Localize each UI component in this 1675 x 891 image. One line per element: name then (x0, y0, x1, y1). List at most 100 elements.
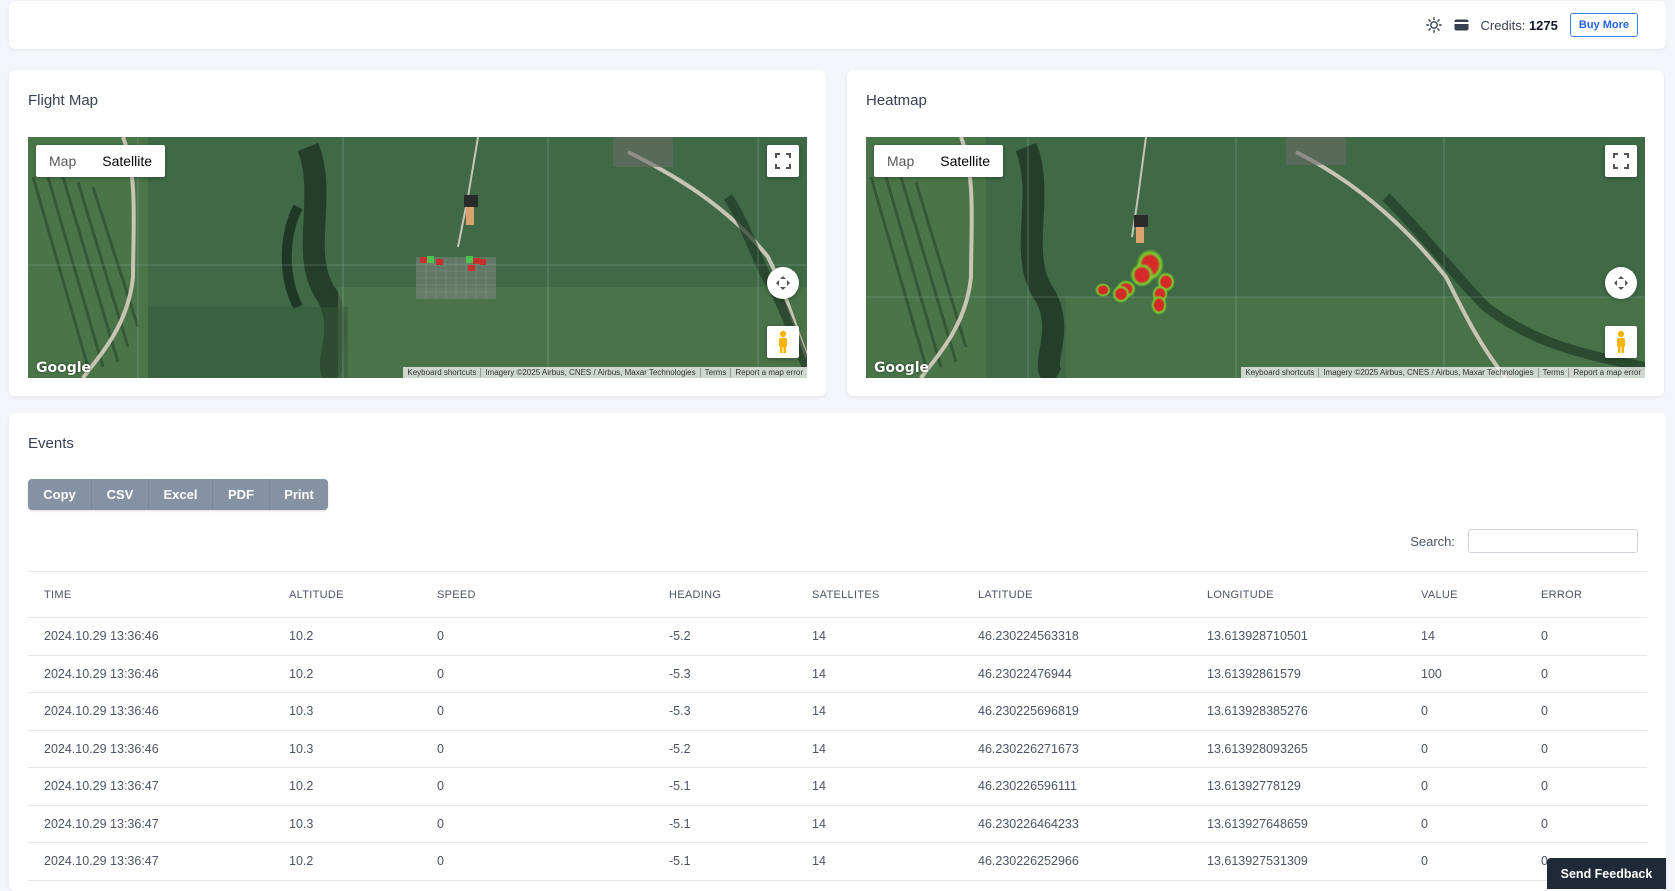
cell-satellites: 14 (796, 617, 962, 656)
events-card: Events Copy CSV Excel PDF Print Search: … (9, 413, 1666, 891)
terms-link[interactable]: Terms (1539, 368, 1570, 377)
column-header-error[interactable]: ERROR (1525, 571, 1647, 618)
send-feedback-button[interactable]: Send Feedback (1547, 858, 1666, 889)
cell-speed: 0 (421, 767, 653, 806)
copy-button[interactable]: Copy (28, 479, 92, 510)
column-header-heading[interactable]: HEADING (653, 571, 796, 618)
map-type-satellite-button[interactable]: Satellite (927, 145, 1003, 177)
cell-time: 2024.10.29 13:36:46 (28, 655, 273, 693)
table-row: 2024.10.29 13:36:46 10.3 0 -5.3 14 46.23… (28, 692, 1647, 731)
table-row: 2024.10.29 13:36:47 10.2 0 -5.1 14 46.23… (28, 842, 1647, 881)
column-header-altitude[interactable]: ALTITUDE (273, 571, 421, 618)
cell-speed: 0 (421, 692, 653, 731)
imagery-credit: Imagery ©2025 Airbus, CNES / Airbus, Max… (1319, 368, 1539, 377)
table-row: 2024.10.29 13:36:46 10.2 0 -5.2 14 46.23… (28, 617, 1647, 656)
cell-latitude: 46.23022476944 (962, 655, 1191, 693)
cell-satellites: 14 (796, 805, 962, 843)
column-header-latitude[interactable]: LATITUDE (962, 571, 1191, 618)
cell-longitude: 13.613928710501 (1191, 617, 1405, 656)
cell-latitude: 46.230226271673 (962, 730, 1191, 768)
cell-latitude: 46.230226252966 (962, 842, 1191, 881)
cell-latitude: 46.230226464233 (962, 805, 1191, 843)
cell-speed: 0 (421, 655, 653, 693)
terms-link[interactable]: Terms (701, 368, 732, 377)
buy-more-button[interactable]: Buy More (1569, 13, 1638, 37)
cell-error: 0 (1525, 692, 1647, 731)
cell-longitude: 13.613927648659 (1191, 805, 1405, 843)
heatmap-title: Heatmap (866, 92, 927, 109)
google-logo: Google (36, 360, 92, 376)
camera-control-button[interactable] (1605, 267, 1637, 299)
pdf-button[interactable]: PDF (213, 479, 270, 510)
map-attribution: Keyboard shortcuts Imagery ©2025 Airbus,… (403, 367, 807, 378)
column-header-longitude[interactable]: LONGITUDE (1191, 571, 1405, 618)
keyboard-shortcuts-link[interactable]: Keyboard shortcuts (403, 368, 482, 377)
cell-value: 0 (1405, 692, 1525, 731)
cell-altitude: 10.3 (273, 805, 421, 843)
cell-longitude: 13.61392778129 (1191, 767, 1405, 806)
cell-error: 0 (1525, 617, 1647, 656)
column-header-time[interactable]: TIME (28, 571, 273, 618)
flight-map[interactable]: Map Satellite Google Keyboard shortcuts … (28, 137, 807, 378)
cell-speed: 0 (421, 617, 653, 656)
street-view-pegman-button[interactable] (767, 326, 799, 358)
cell-altitude: 10.2 (273, 655, 421, 693)
cell-satellites: 14 (796, 655, 962, 693)
print-button[interactable]: Print (270, 479, 328, 510)
fullscreen-button[interactable] (1605, 145, 1637, 177)
camera-control-button[interactable] (767, 267, 799, 299)
cell-value: 0 (1405, 767, 1525, 806)
map-type-map-button[interactable]: Map (874, 145, 927, 177)
fullscreen-icon (1613, 153, 1629, 169)
cell-heading: -5.2 (653, 730, 796, 768)
cell-error: 0 (1525, 730, 1647, 768)
cell-longitude: 13.613928385276 (1191, 692, 1405, 731)
table-row: 2024.10.29 13:36:47 10.3 0 -5.1 14 46.23… (28, 805, 1647, 843)
cell-time: 2024.10.29 13:36:47 (28, 842, 273, 881)
street-view-pegman-button[interactable] (1605, 326, 1637, 358)
map-type-control: Map Satellite (36, 145, 166, 177)
cell-speed: 0 (421, 730, 653, 768)
table-header-row: TIME ALTITUDE SPEED HEADING SATELLITES L… (28, 571, 1647, 618)
cell-heading: -5.1 (653, 767, 796, 806)
sun-icon[interactable] (1425, 16, 1443, 34)
cell-speed: 0 (421, 842, 653, 881)
pegman-icon (779, 330, 787, 353)
cell-altitude: 10.3 (273, 692, 421, 731)
map-type-map-button[interactable]: Map (36, 145, 89, 177)
credits-label: Credits: (1480, 17, 1526, 33)
keyboard-shortcuts-link[interactable]: Keyboard shortcuts (1241, 368, 1320, 377)
top-bar: Credits: 1275 Buy More (9, 1, 1666, 49)
cell-longitude: 13.613928093265 (1191, 730, 1405, 768)
cell-latitude: 46.230226596111 (962, 767, 1191, 806)
report-map-error-link[interactable]: Report a map error (1569, 368, 1645, 377)
heatmap-map[interactable]: Map Satellite Google Keyboard shortcuts … (866, 137, 1645, 378)
cell-time: 2024.10.29 13:36:46 (28, 692, 273, 731)
credits-value: 1275 (1528, 17, 1558, 33)
excel-button[interactable]: Excel (149, 479, 213, 510)
report-map-error-link[interactable]: Report a map error (731, 368, 807, 377)
cell-error: 0 (1525, 805, 1647, 843)
camera-control-icon (1614, 276, 1628, 290)
cell-value: 0 (1405, 842, 1525, 881)
search-label: Search: (1410, 533, 1455, 549)
cell-heading: -5.3 (653, 692, 796, 731)
cell-latitude: 46.230224563318 (962, 617, 1191, 656)
cell-altitude: 10.3 (273, 730, 421, 768)
column-header-speed[interactable]: SPEED (421, 571, 653, 618)
cell-heading: -5.3 (653, 655, 796, 693)
column-header-value[interactable]: VALUE (1405, 571, 1525, 618)
cell-altitude: 10.2 (273, 842, 421, 881)
map-type-satellite-button[interactable]: Satellite (89, 145, 165, 177)
cell-latitude: 46.230225696819 (962, 692, 1191, 731)
cell-heading: -5.2 (653, 617, 796, 656)
search-input[interactable] (1468, 529, 1638, 553)
cell-altitude: 10.2 (273, 617, 421, 656)
csv-button[interactable]: CSV (92, 479, 149, 510)
cell-satellites: 14 (796, 730, 962, 768)
heatmap-card: Heatmap Map Satellite Google Keyboard sh… (847, 70, 1664, 396)
column-header-satellites[interactable]: SATELLITES (796, 571, 962, 618)
cell-value: 14 (1405, 617, 1525, 656)
cell-value: 0 (1405, 730, 1525, 768)
fullscreen-button[interactable] (767, 145, 799, 177)
